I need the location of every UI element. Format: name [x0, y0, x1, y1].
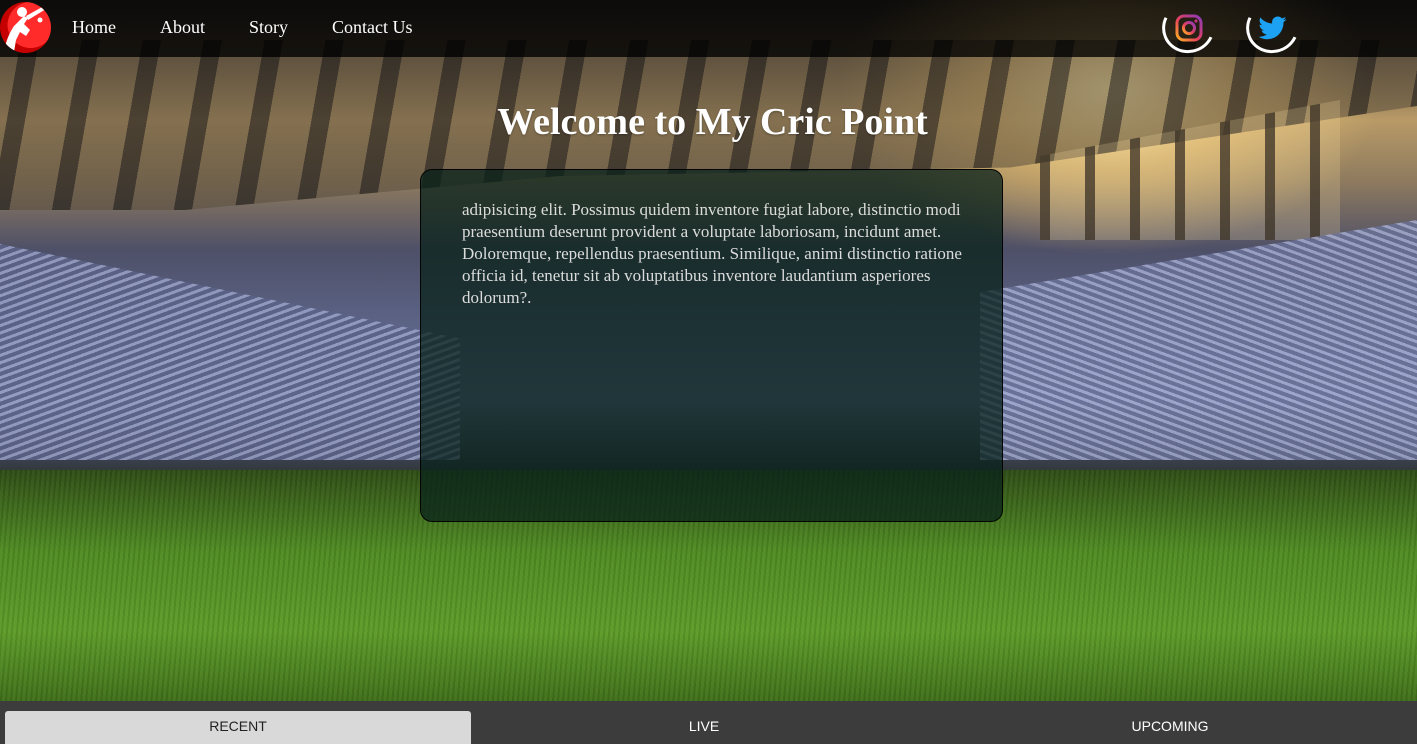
intro-card: adipisicing elit. Possimus quidem invent… — [420, 169, 1003, 522]
tab-recent[interactable]: RECENT — [5, 711, 471, 744]
tab-live[interactable]: LIVE — [471, 711, 937, 744]
page-title: Welcome to My Cric Point — [497, 101, 928, 143]
instagram-icon — [1175, 14, 1202, 41]
nav-home-link[interactable]: Home — [72, 17, 116, 37]
twitter-button[interactable] — [1238, 0, 1307, 61]
stadium-stand-right — [980, 220, 1417, 460]
cricket-logo-icon[interactable] — [0, 2, 51, 53]
nav-story-link[interactable]: Story — [249, 17, 288, 37]
intro-text: adipisicing elit. Possimus quidem invent… — [462, 200, 962, 307]
stadium-stand-left — [0, 244, 460, 460]
top-navbar: Home About Story Contact Us — [0, 0, 1417, 61]
nav-about-link[interactable]: About — [160, 17, 205, 37]
instagram-button[interactable] — [1154, 0, 1223, 61]
nav-contact-link[interactable]: Contact Us — [332, 17, 413, 37]
twitter-icon — [1258, 15, 1286, 39]
bottom-tab-bar: RECENT LIVE UPCOMING — [0, 701, 1417, 744]
tab-upcoming[interactable]: UPCOMING — [937, 711, 1403, 744]
